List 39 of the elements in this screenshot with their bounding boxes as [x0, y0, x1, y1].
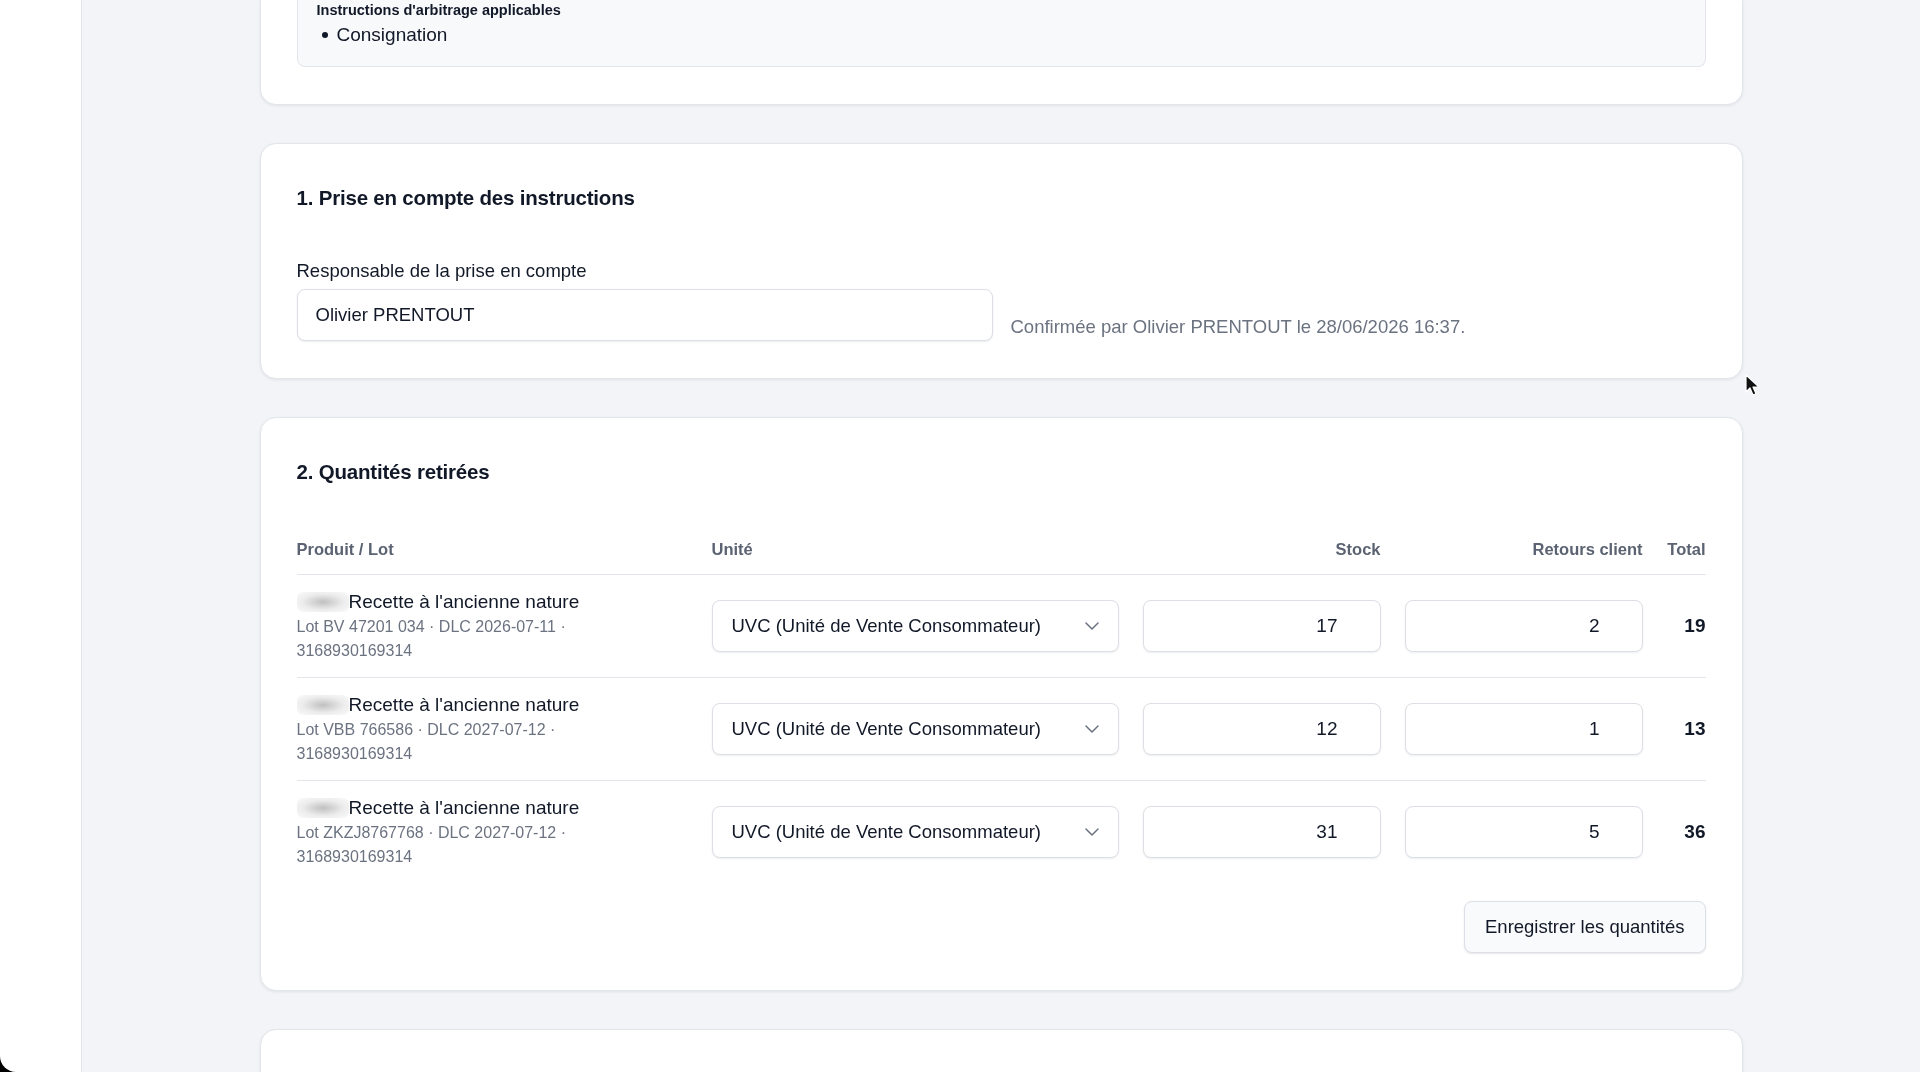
column-header: Total	[1666, 539, 1706, 559]
chevron-down-icon	[1084, 725, 1099, 733]
confirmation-text: Confirmée par Olivier PRENTOUT le 28/06/2026 16:37.	[1010, 315, 1466, 339]
stock-input[interactable]: 17	[1142, 600, 1381, 652]
product-name: Recette à l'ancienne nature	[348, 796, 580, 820]
blurred-text	[296, 798, 349, 818]
total-cell-text: 19	[1683, 615, 1706, 637]
stock-input[interactable]: 31	[1142, 806, 1381, 858]
returns-input[interactable]: 2	[1404, 600, 1643, 652]
column-header: Retours client	[1531, 539, 1643, 559]
stock-input[interactable]: 12	[1142, 703, 1381, 755]
responsible-input[interactable]: Olivier PRENTOUT	[296, 289, 993, 341]
column-header: Produit / Lot	[296, 539, 395, 559]
column-header: Unité	[711, 539, 754, 559]
lot-details: Lot BV 47201 034 · DLC 2026-07-11 · 3168930169314	[296, 617, 567, 661]
cursor-icon	[1745, 374, 1759, 396]
section-title: 2. Quantités retirées	[296, 459, 491, 485]
returns-input[interactable]: 5	[1404, 806, 1643, 858]
instructions-label: Instructions d'arbitrage applicables	[316, 1, 562, 19]
lot-details: Lot ZKZJ8767768 · DLC 2027-07-12 · 3168930169314	[296, 823, 567, 867]
blurred-text	[296, 695, 349, 715]
returns-input[interactable]: 1	[1404, 703, 1643, 755]
bullet-icon	[321, 32, 328, 38]
product-name: Recette à l'ancienne nature	[348, 590, 580, 614]
column-header: Stock	[1334, 539, 1381, 559]
product-name: Recette à l'ancienne nature	[348, 693, 580, 717]
unit-select[interactable]: UVC (Unité de Vente Consommateur)	[711, 600, 1119, 652]
instruction-item: Consignation	[336, 23, 448, 47]
field-label: Responsable de la prise en compte	[296, 259, 588, 283]
lot-details: Lot VBB 766586 · DLC 2027-07-12 · 3168930169314	[296, 720, 557, 764]
unit-select[interactable]: UVC (Unité de Vente Consommateur)	[711, 806, 1119, 858]
blurred-text	[296, 592, 349, 612]
total-cell-text: 36	[1683, 821, 1706, 843]
chevron-down-icon	[1084, 622, 1099, 630]
section-title: 1. Prise en compte des instructions	[296, 185, 636, 211]
unit-select[interactable]: UVC (Unité de Vente Consommateur)	[711, 703, 1119, 755]
total-cell-text: 13	[1683, 718, 1706, 740]
save-button[interactable]: Enregistrer les quantités	[1464, 901, 1706, 953]
chevron-down-icon	[1084, 828, 1099, 836]
